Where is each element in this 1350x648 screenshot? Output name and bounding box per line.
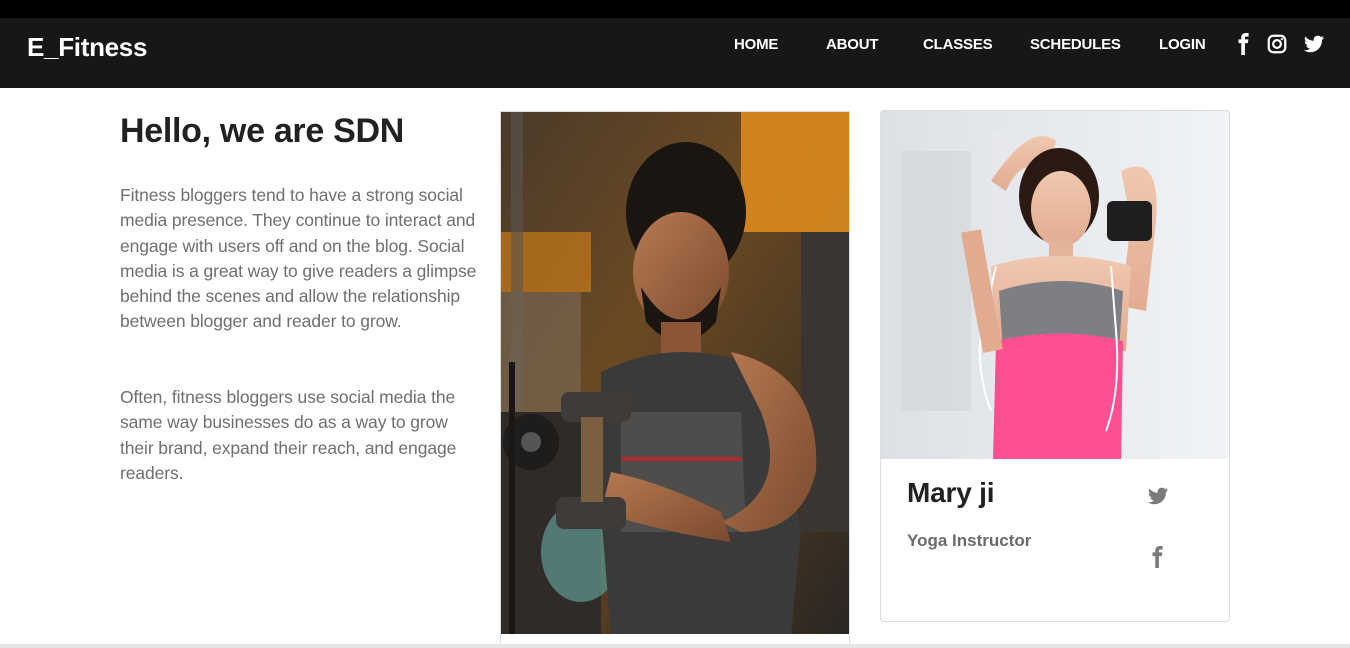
- trainer-card: Mary ji Yoga Instructor: [880, 110, 1230, 622]
- navbar: E_Fitness HOME ABOUT CLASSES SCHEDULES L…: [0, 18, 1350, 88]
- nav-about[interactable]: ABOUT: [826, 36, 879, 53]
- trainer-name: Mary ji: [907, 477, 995, 508]
- hero-paragraph-1: Fitness bloggers tend to have a strong s…: [120, 185, 477, 332]
- twitter-icon[interactable]: [1147, 485, 1169, 507]
- hero-title: Hello, we are SDN: [120, 112, 404, 150]
- nav-home[interactable]: HOME: [734, 36, 778, 53]
- trainer-role: Yoga Instructor: [907, 531, 1032, 550]
- instagram-icon[interactable]: [1266, 33, 1288, 55]
- nav-classes[interactable]: CLASSES: [923, 36, 993, 53]
- nav-login[interactable]: LOGIN: [1159, 36, 1206, 53]
- nav-schedules[interactable]: SCHEDULES: [1030, 36, 1121, 53]
- page-bottom-divider: [0, 644, 1350, 648]
- top-strip: [0, 0, 1350, 18]
- facebook-icon[interactable]: [1147, 546, 1169, 568]
- brand-logo[interactable]: E_Fitness: [27, 32, 147, 63]
- hero-paragraph-2: Often, fitness bloggers use social media…: [120, 387, 457, 483]
- twitter-icon[interactable]: [1303, 33, 1325, 55]
- facebook-icon[interactable]: [1233, 33, 1255, 55]
- athlete-card: [500, 111, 850, 648]
- trainer-photo: [881, 111, 1229, 459]
- athlete-photo: [501, 112, 849, 634]
